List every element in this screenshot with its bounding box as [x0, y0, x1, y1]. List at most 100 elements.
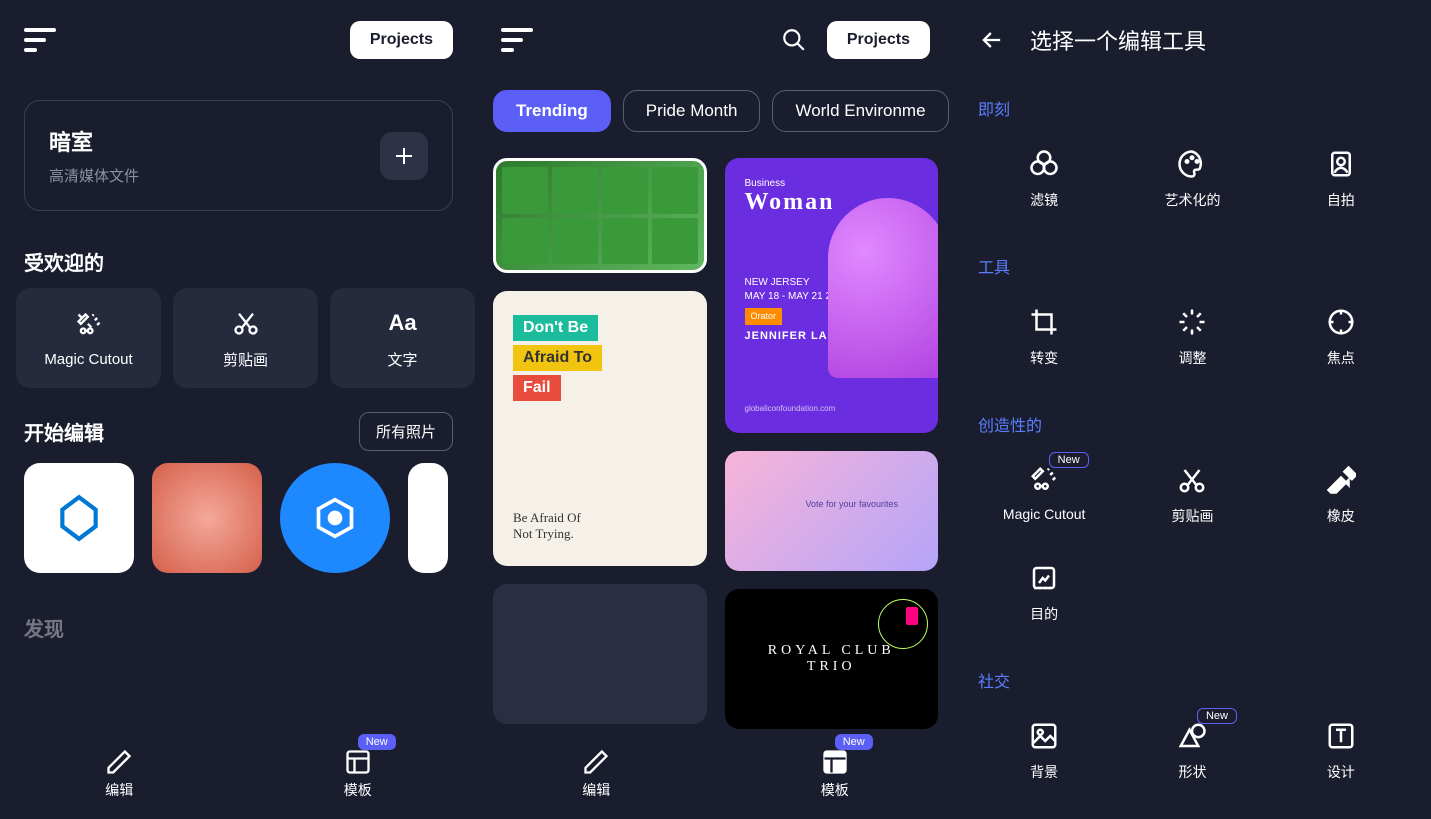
chip-trending[interactable]: Trending	[493, 90, 611, 132]
tool-target[interactable]: 目的	[970, 550, 1118, 636]
decoration-cup	[906, 607, 918, 625]
nav-label: 编辑	[582, 780, 610, 800]
text-icon: Aa	[387, 307, 419, 339]
tool-label: 自拍	[1327, 190, 1355, 210]
tool-filter[interactable]: 滤镜	[970, 136, 1118, 222]
tool-label: 目的	[1030, 604, 1058, 624]
darkroom-text: 暗室 高清媒体文件	[49, 125, 139, 186]
popular-tools-row: Magic Cutout 剪贴画 Aa 文字	[0, 288, 477, 388]
darkroom-subtitle: 高清媒体文件	[49, 165, 139, 186]
background-icon	[1028, 720, 1060, 752]
tool-label: 转变	[1030, 348, 1058, 368]
pencil-icon	[105, 748, 133, 776]
photo-thumb[interactable]	[152, 463, 262, 573]
tool-text[interactable]: Aa 文字	[330, 288, 475, 388]
popular-section-title: 受欢迎的	[0, 231, 477, 288]
all-photos-button[interactable]: 所有照片	[359, 412, 453, 451]
start-editing-row: 开始编辑 所有照片	[0, 388, 477, 463]
tool-label: 剪贴画	[1171, 506, 1213, 526]
chip-pride[interactable]: Pride Month	[623, 90, 761, 132]
scissors-icon	[230, 307, 262, 339]
quote-line: Don't Be	[513, 315, 598, 341]
tool-grid: 滤镜 艺术化的 自拍	[954, 128, 1431, 238]
projects-button[interactable]: Projects	[350, 21, 453, 59]
portrait-icon	[1325, 148, 1357, 180]
tmpl-title: TRIO	[807, 659, 856, 675]
template-collage-green[interactable]	[493, 158, 707, 273]
quote-line: Afraid To	[513, 345, 602, 371]
header: Projects	[477, 0, 954, 80]
new-badge: New	[358, 734, 396, 750]
magic-cutout-icon	[73, 309, 105, 341]
nav-templates[interactable]: New 模板	[821, 748, 849, 800]
template-royal-club[interactable]: ROYAL CLUB TRIO	[725, 589, 939, 729]
photo-thumb[interactable]	[24, 463, 134, 573]
tmpl-text: Vote for your favourites	[805, 499, 898, 509]
templates-icon	[821, 748, 849, 776]
header: 选择一个编辑工具	[954, 0, 1431, 80]
tool-shapes[interactable]: New形状	[1118, 708, 1266, 794]
tool-magic-cutout[interactable]: Magic Cutout	[16, 288, 161, 388]
bottom-nav: 编辑 New 模板	[477, 729, 954, 819]
template-business-woman[interactable]: Business Woman NEW JERSEY MAY 18 - MAY 2…	[725, 158, 939, 433]
tool-focus[interactable]: 焦点	[1267, 294, 1415, 380]
tool-categories: 即刻滤镜艺术化的自拍工具转变调整焦点创造性的NewMagic Cutout剪贴画…	[954, 80, 1431, 810]
projects-button[interactable]: Projects	[827, 21, 930, 59]
tool-scissors[interactable]: 剪贴画	[1118, 452, 1266, 538]
category-label: 社交	[954, 652, 1431, 700]
tool-label: 背景	[1030, 762, 1058, 782]
category-label: 即刻	[954, 80, 1431, 128]
photo-thumbnails-row	[0, 463, 477, 573]
nav-edit[interactable]: 编辑	[105, 748, 133, 800]
tool-label: 形状	[1178, 762, 1206, 782]
tool-grid: NewMagic Cutout 剪贴画 橡皮目的	[954, 444, 1431, 652]
tool-clipart[interactable]: 剪贴画	[173, 288, 318, 388]
palette-icon	[1176, 148, 1208, 180]
search-icon[interactable]	[781, 27, 807, 53]
photo-thumb[interactable]	[280, 463, 390, 573]
tool-background[interactable]: 背景	[970, 708, 1118, 794]
scissors-icon	[1176, 464, 1208, 496]
plus-icon	[392, 144, 416, 168]
nav-templates[interactable]: New 模板	[344, 748, 372, 800]
menu-icon[interactable]	[24, 28, 56, 52]
discover-section-title: 发现	[0, 573, 477, 642]
menu-icon[interactable]	[501, 28, 533, 52]
tool-magic-cutout[interactable]: NewMagic Cutout	[970, 452, 1118, 538]
add-button[interactable]	[380, 132, 428, 180]
darkroom-card[interactable]: 暗室 高清媒体文件	[24, 100, 453, 211]
nav-label: 模板	[821, 780, 849, 800]
quote-line: Fail	[513, 375, 561, 401]
photo-thumb[interactable]	[408, 463, 448, 573]
tool-label: 滤镜	[1030, 190, 1058, 210]
tool-adjust[interactable]: 调整	[1118, 294, 1266, 380]
nav-label: 模板	[344, 780, 372, 800]
template-vote[interactable]: Vote for your favourites	[725, 451, 939, 571]
tool-label: 剪贴画	[223, 349, 268, 370]
tool-label: 艺术化的	[1164, 190, 1220, 210]
adjust-icon	[1176, 306, 1208, 338]
tool-design[interactable]: 设计	[1267, 708, 1415, 794]
page-title: 选择一个编辑工具	[1030, 24, 1206, 56]
back-icon[interactable]	[978, 26, 1006, 54]
tool-crop[interactable]: 转变	[970, 294, 1118, 380]
tool-label: 橡皮	[1327, 506, 1355, 526]
template-dark[interactable]	[493, 584, 707, 724]
tool-grid: 背景 New形状设计	[954, 700, 1431, 810]
templates-pane: Projects Trending Pride Month World Envi…	[477, 0, 954, 819]
target-icon	[1028, 562, 1060, 594]
tool-eraser[interactable]: 橡皮	[1267, 452, 1415, 538]
start-editing-title: 开始编辑	[24, 417, 104, 446]
tool-palette[interactable]: 艺术化的	[1118, 136, 1266, 222]
template-quote[interactable]: Don't Be Afraid To Fail Be Afraid Of Not…	[493, 291, 707, 566]
category-label: 创造性的	[954, 396, 1431, 444]
tool-label: 文字	[387, 349, 417, 370]
crop-icon	[1028, 306, 1060, 338]
design-icon	[1325, 720, 1357, 752]
new-badge: New	[835, 734, 873, 750]
nav-edit[interactable]: 编辑	[582, 748, 610, 800]
new-badge: New	[1049, 452, 1089, 468]
templates-icon	[344, 748, 372, 776]
tool-portrait[interactable]: 自拍	[1267, 136, 1415, 222]
chip-world-env[interactable]: World Environme	[772, 90, 948, 132]
